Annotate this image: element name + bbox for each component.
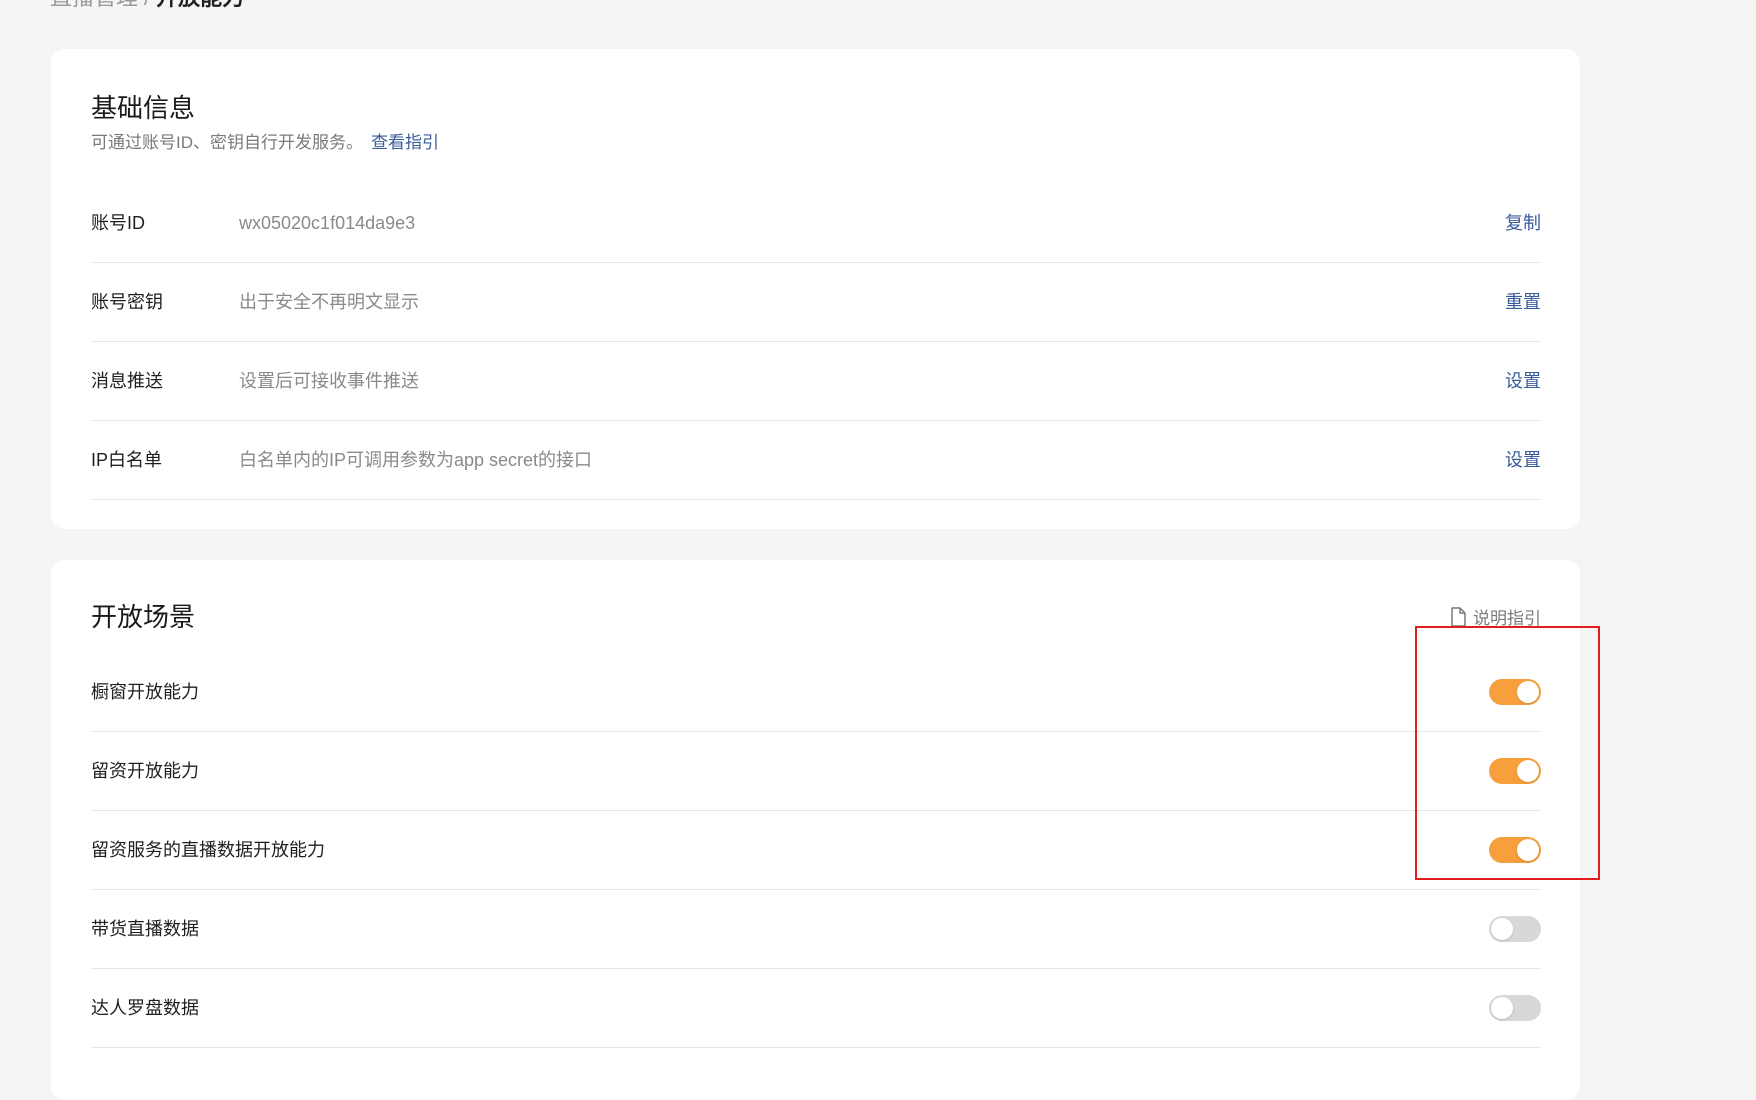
row-account-id: 账号ID wx05020c1f014da9e3 复制 bbox=[91, 184, 1541, 263]
row-label: 消息推送 bbox=[91, 371, 163, 391]
row-label: 橱窗开放能力 bbox=[91, 682, 199, 702]
row-showcase-capability: 橱窗开放能力 bbox=[91, 653, 1541, 732]
open-scene-card: 开放场景 说明指引 橱窗开放能力 留资开放能力 留资服务的直播数据开放能力 带货… bbox=[51, 560, 1580, 1100]
row-lead-capability: 留资开放能力 bbox=[91, 732, 1541, 811]
row-ip-whitelist: IP白名单 白名单内的IP可调用参数为app secret的接口 设置 bbox=[91, 421, 1541, 500]
message-push-settings-button[interactable]: 设置 bbox=[1505, 342, 1541, 420]
row-label: IP白名单 bbox=[91, 450, 163, 470]
breadcrumb-current: 开放能力 bbox=[156, 0, 244, 10]
toggle-knob bbox=[1491, 997, 1513, 1019]
basic-info-title: 基础信息 bbox=[91, 93, 196, 123]
row-commerce-live-data: 带货直播数据 bbox=[91, 890, 1541, 969]
account-secret-value: 出于安全不再明文显示 bbox=[239, 292, 419, 312]
view-guide-link[interactable]: 查看指引 bbox=[371, 133, 439, 152]
row-lead-live-data-capability: 留资服务的直播数据开放能力 bbox=[91, 811, 1541, 890]
talent-compass-data-toggle[interactable] bbox=[1489, 995, 1541, 1021]
basic-info-description: 可通过账号ID、密钥自行开发服务。 查看指引 bbox=[91, 131, 439, 155]
message-push-value: 设置后可接收事件推送 bbox=[239, 371, 419, 391]
breadcrumb-separator: / bbox=[144, 0, 150, 10]
highlight-annotation-box bbox=[1415, 626, 1600, 880]
row-label: 账号ID bbox=[91, 213, 145, 233]
ip-whitelist-value: 白名单内的IP可调用参数为app secret的接口 bbox=[239, 450, 593, 470]
row-message-push: 消息推送 设置后可接收事件推送 设置 bbox=[91, 342, 1541, 421]
account-id-value: wx05020c1f014da9e3 bbox=[239, 213, 416, 233]
row-talent-compass-data: 达人罗盘数据 bbox=[91, 969, 1541, 1048]
row-label: 带货直播数据 bbox=[91, 919, 199, 939]
commerce-live-data-toggle[interactable] bbox=[1489, 916, 1541, 942]
row-label: 账号密钥 bbox=[91, 292, 163, 312]
open-scene-rows: 橱窗开放能力 留资开放能力 留资服务的直播数据开放能力 带货直播数据 达人罗盘数… bbox=[91, 653, 1541, 1048]
basic-info-description-text: 可通过账号ID、密钥自行开发服务。 bbox=[91, 133, 363, 152]
reset-button[interactable]: 重置 bbox=[1505, 263, 1541, 341]
breadcrumb: 直播管理 / 开放能力 bbox=[50, 0, 244, 12]
toggle-knob bbox=[1491, 918, 1513, 940]
basic-info-rows: 账号ID wx05020c1f014da9e3 复制 账号密钥 出于安全不再明文… bbox=[91, 184, 1541, 500]
row-label: 达人罗盘数据 bbox=[91, 998, 199, 1018]
ip-whitelist-settings-button[interactable]: 设置 bbox=[1505, 421, 1541, 499]
copy-button[interactable]: 复制 bbox=[1505, 184, 1541, 262]
document-icon bbox=[1451, 606, 1466, 627]
row-label: 留资开放能力 bbox=[91, 761, 199, 781]
row-label: 留资服务的直播数据开放能力 bbox=[91, 840, 325, 860]
row-account-secret: 账号密钥 出于安全不再明文显示 重置 bbox=[91, 263, 1541, 342]
breadcrumb-parent[interactable]: 直播管理 bbox=[50, 0, 138, 10]
open-scene-title: 开放场景 bbox=[91, 602, 196, 632]
basic-info-card: 基础信息 可通过账号ID、密钥自行开发服务。 查看指引 账号ID wx05020c… bbox=[51, 49, 1580, 529]
